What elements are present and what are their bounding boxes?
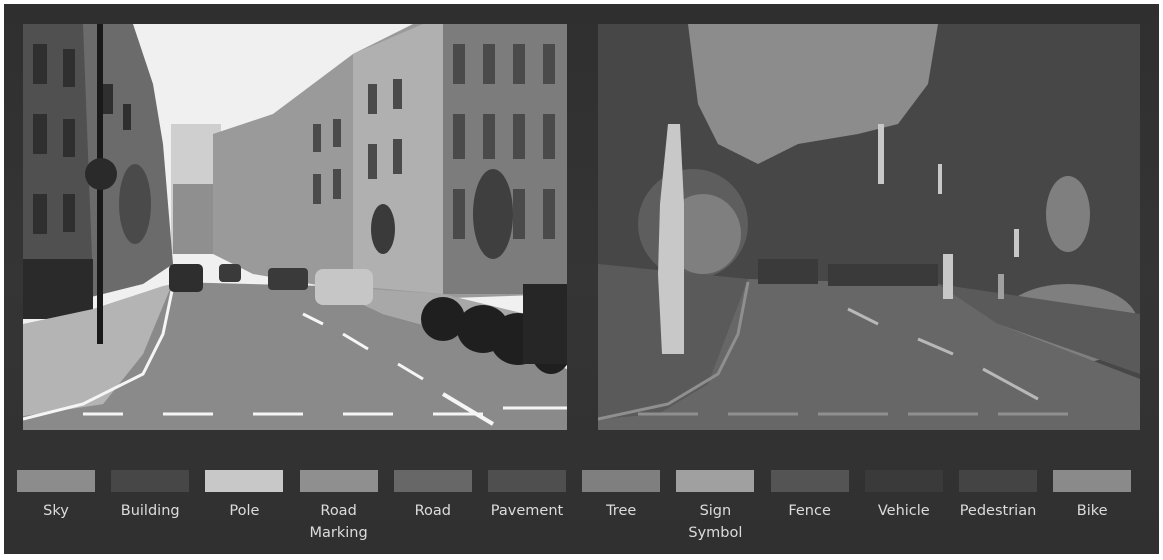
legend-swatch [1053,470,1132,492]
legend-swatch [205,470,284,492]
legend-swatch [299,470,378,492]
legend-item: Bike [1053,470,1132,522]
street-photo-image [23,24,567,430]
legend-swatch [770,470,849,492]
legend-label: Road [414,503,451,519]
legend-label: Pedestrian [959,503,1037,519]
legend-item: Fence [770,470,849,522]
legend-label: Pavement [490,503,564,519]
legend-label: Road Marking [309,503,368,541]
legend-item: Sign Symbol [676,470,755,544]
legend-label: Sky [43,503,69,519]
legend-item: Road Marking [299,470,378,544]
legend-item: Pole [205,470,284,522]
legend-item: Building [111,470,190,522]
legend-label: Sign Symbol [688,503,743,541]
legend-swatch [111,470,190,492]
legend-swatch [959,470,1037,492]
legend-item: Road [393,470,472,522]
legend-label: Fence [788,503,831,519]
legend-label: Tree [606,503,637,519]
legend-swatch [676,470,755,492]
legend-label: Vehicle [877,503,930,519]
legend-swatch [393,470,472,492]
legend-swatch [864,470,943,492]
legend-label: Bike [1076,503,1108,519]
legend-label: Pole [229,503,260,519]
figure-frame: Sky Building Pole Road Marking Road Pavement T… [4,4,1159,554]
legend-item: Pedestrian [959,470,1037,522]
legend-item: Sky [17,470,95,522]
segmentation-map-image [598,24,1140,430]
street-photo [23,24,567,430]
legend-swatch [17,470,95,492]
legend-item: Tree [582,470,661,522]
legend-swatch [488,470,566,492]
legend-swatch [582,470,661,492]
segmentation-map [598,24,1140,430]
legend-label: Building [120,503,180,519]
legend-item: Vehicle [864,470,943,522]
legend: Sky Building Pole Road Marking Road Pavement T… [4,470,1159,554]
legend-item: Pavement [488,470,566,522]
